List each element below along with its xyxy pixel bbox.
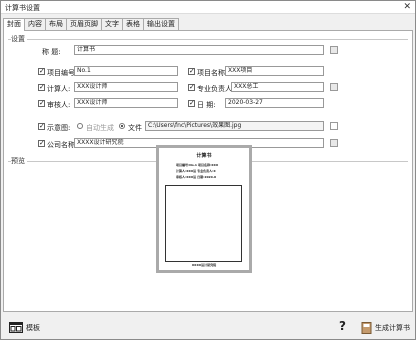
preview-line-3: 审核人:XXX设 日期:2020-0 [176, 175, 217, 179]
tab-text[interactable]: 文字 [101, 18, 123, 30]
bottom-bar: 模板 ? 生成计算书 [1, 313, 415, 340]
tab-content[interactable]: 内容 [24, 18, 46, 30]
preview-company: XXXX设计研究院 [191, 263, 217, 267]
project-no-checkbox[interactable]: ✓ [38, 68, 45, 75]
project-name-checkbox[interactable]: ✓ [188, 68, 195, 75]
company-checkbox[interactable]: ✓ [38, 140, 45, 147]
reviewer-input[interactable]: XXX设计师 [74, 98, 178, 108]
template-button[interactable]: 模板 [9, 322, 40, 333]
preview-title: 计算书 [196, 153, 212, 159]
generate-button[interactable]: 生成计算书 [361, 322, 410, 334]
tab-layout[interactable]: 布局 [45, 18, 67, 30]
divider [8, 39, 408, 40]
file-label: 文件 [128, 124, 142, 132]
preview-page: 计算书 项目编号:No.1 项目名称:XXX 计算人:XXX设 专业负责人:X … [159, 148, 249, 270]
reviewer-checkbox[interactable]: ✓ [38, 100, 45, 107]
diagram-path-input[interactable]: C:\Users\fnc\Pictures\效果图.jpg [145, 121, 324, 131]
browse-icon[interactable] [330, 122, 338, 130]
name-style-button[interactable] [330, 46, 338, 54]
tab-output[interactable]: 输出设置 [143, 18, 179, 30]
file-radio[interactable] [119, 123, 125, 129]
project-name-label: 项目名称: [197, 69, 228, 77]
diagram-label: 示意图: [47, 124, 71, 132]
date-label: 日 期: [197, 101, 216, 109]
auto-generate-label: 自动生成 [86, 124, 114, 132]
settings-window: 计算书设置 ✕ 封面 内容 布局 页眉页脚 文字 表格 输出设置 设置 称 题:… [0, 0, 416, 340]
title-bar: 计算书设置 ✕ [1, 1, 415, 14]
project-no-label: 项目编号: [47, 69, 78, 77]
close-icon[interactable]: ✕ [403, 2, 411, 12]
responsible-label: 专业负责人: [197, 85, 235, 93]
date-checkbox[interactable]: ✓ [188, 100, 195, 107]
template-icon [9, 322, 23, 333]
generate-label: 生成计算书 [375, 324, 410, 332]
tab-table[interactable]: 表格 [122, 18, 144, 30]
reviewer-label: 审核人: [47, 101, 71, 109]
date-input[interactable]: 2020-03-27 [225, 98, 324, 108]
preview-line-1: 项目编号:No.1 项目名称:XXX [176, 163, 219, 167]
auto-generate-radio[interactable] [77, 123, 83, 129]
template-label: 模板 [26, 323, 40, 332]
name-label: 称 题: [42, 48, 61, 56]
project-no-input[interactable]: No.1 [74, 66, 178, 76]
preview-line-2: 计算人:XXX设 专业负责人:X [176, 169, 216, 173]
tab-bar: 封面 内容 布局 页眉页脚 文字 表格 输出设置 [3, 18, 179, 31]
window-title: 计算书设置 [5, 4, 40, 12]
help-icon[interactable]: ? [339, 319, 346, 333]
tab-header-footer[interactable]: 页眉页脚 [66, 18, 102, 30]
diagram-checkbox[interactable]: ✓ [38, 123, 45, 130]
info-style-button[interactable] [330, 83, 338, 91]
tab-cover[interactable]: 封面 [3, 18, 25, 31]
project-name-input[interactable]: XXX项目 [225, 66, 324, 76]
calculator-label: 计算人: [47, 85, 71, 93]
cover-preview: 计算书 项目编号:No.1 项目名称:XXX 计算人:XXX设 专业负责人:X … [156, 145, 252, 273]
responsible-input[interactable]: XXX总工 [231, 82, 324, 92]
name-input[interactable]: 计算书 [74, 45, 324, 55]
calculator-checkbox[interactable]: ✓ [38, 84, 45, 91]
calculator-input[interactable]: XXX设计师 [74, 82, 178, 92]
company-style-button[interactable] [330, 139, 338, 147]
settings-section-label: 设置 [11, 34, 27, 44]
company-label: 公司名称: [47, 141, 78, 149]
responsible-checkbox[interactable]: ✓ [188, 84, 195, 91]
preview-diagram-box [165, 185, 242, 262]
book-icon [361, 322, 372, 334]
preview-section-label: 预览 [11, 156, 27, 166]
